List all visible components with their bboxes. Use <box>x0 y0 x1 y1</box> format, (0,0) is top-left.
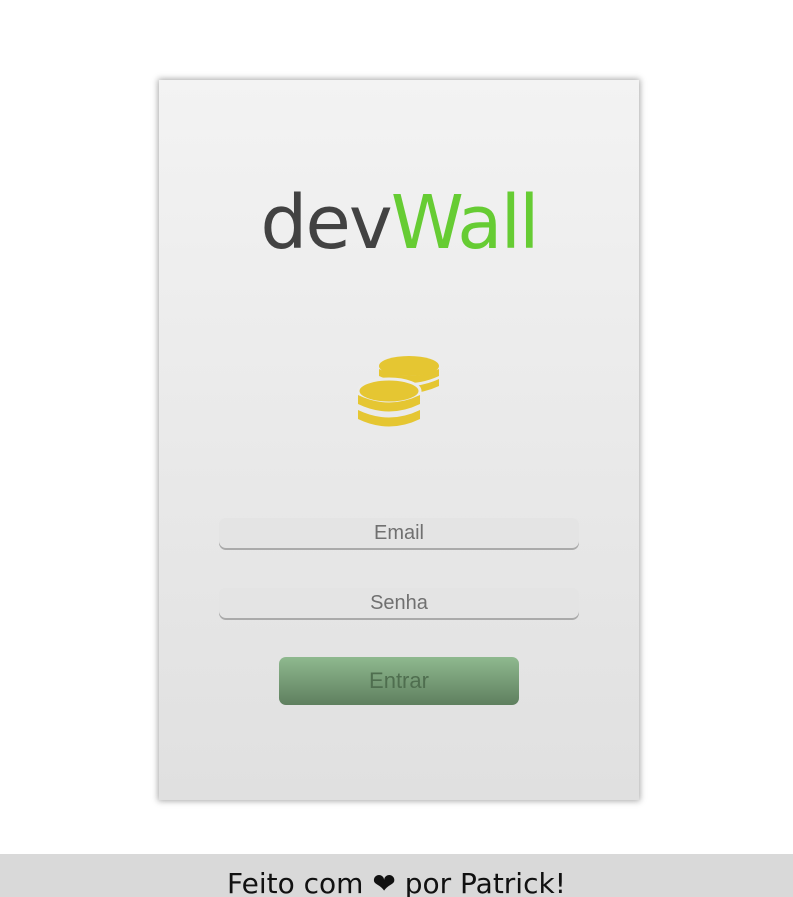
email-field[interactable] <box>219 518 579 548</box>
footer-prefix: Feito com <box>227 867 364 897</box>
footer: Feito com ❤ por Patrick! <box>0 854 793 897</box>
password-field[interactable] <box>219 588 579 618</box>
logo-dev: dev <box>260 180 392 266</box>
coins-icon <box>357 356 439 427</box>
login-button[interactable]: Entrar <box>279 657 519 705</box>
login-card: devWall Entrar <box>159 80 639 800</box>
heart-icon: ❤ <box>372 867 396 897</box>
footer-author: por Patrick! <box>404 867 566 897</box>
app-logo: devWall <box>159 178 639 268</box>
logo-wall: Wall <box>390 180 540 266</box>
